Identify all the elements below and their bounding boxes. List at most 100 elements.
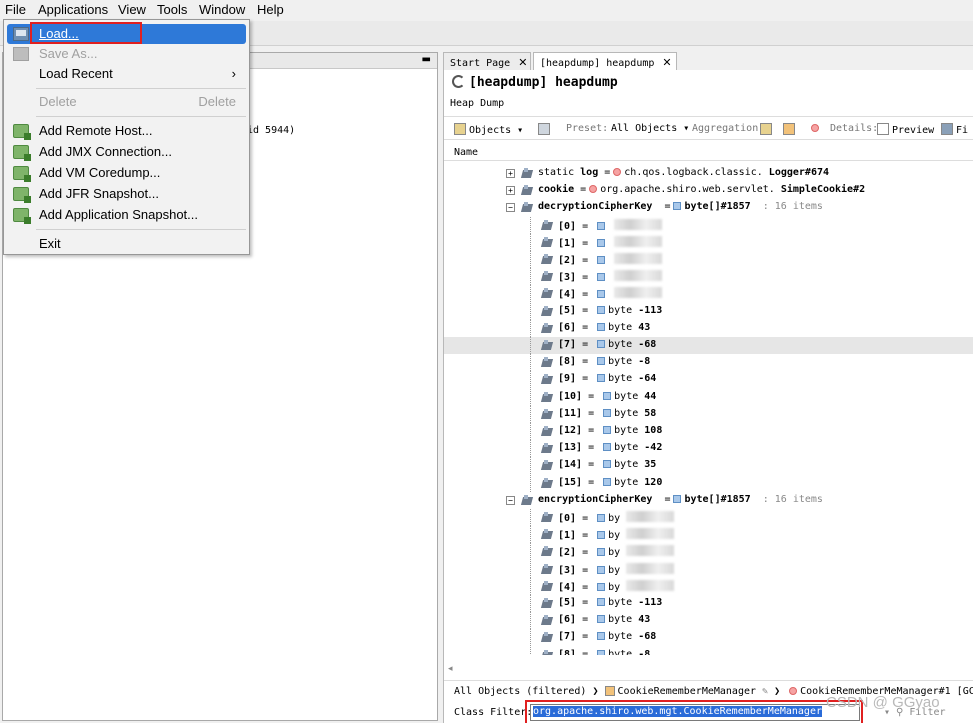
menu-separator — [36, 116, 246, 117]
tree-array-item[interactable]: [5] = byte -113 — [444, 595, 973, 612]
gc-root-icon[interactable] — [808, 123, 822, 134]
field-icon — [522, 202, 534, 213]
menu-item-save-as[interactable]: Save As... — [7, 44, 246, 64]
equals-sign: = — [664, 201, 671, 212]
collapse-icon[interactable]: − — [506, 203, 515, 212]
tree-array-item[interactable]: [0] = by — [444, 509, 973, 526]
field-icon — [542, 237, 554, 248]
menu-separator — [36, 88, 246, 89]
tree-field-row[interactable]: − encryptionCipherKey = byte[]#1857 : 16 i… — [444, 492, 973, 509]
menu-item-add-coredump[interactable]: Add VM Coredump... — [7, 163, 246, 183]
tree-array-item[interactable]: [8] = byte -8 — [444, 354, 973, 371]
objects-icon — [454, 123, 466, 135]
all-objects-crumb[interactable]: All Objects (filtered) — [454, 686, 586, 697]
subtab-heap-dump[interactable]: Heap Dump — [450, 98, 504, 109]
tree-array-item[interactable]: [5] = byte -113 — [444, 303, 973, 320]
tab-heapdump[interactable]: [heapdump] heapdump ✕ — [533, 52, 677, 71]
fields-icon — [941, 123, 953, 135]
tree-array-item[interactable]: [6] = byte 43 — [444, 320, 973, 337]
menu-item-load-recent[interactable]: Load Recent › — [7, 64, 246, 84]
tree-array-item[interactable]: [4] = — [444, 285, 973, 302]
class-crumb[interactable]: CookieRememberMeManager — [618, 686, 756, 697]
field-icon — [542, 546, 554, 557]
column-header-name[interactable]: Name — [444, 145, 973, 161]
tree-array-item[interactable]: [10] = byte 44 — [444, 389, 973, 406]
preset-dropdown[interactable]: All Objects ▾ — [611, 123, 689, 134]
tree-guide — [530, 406, 531, 423]
save-icon[interactable] — [538, 123, 553, 136]
fields-label: Fi — [956, 125, 969, 136]
tree-field-row[interactable]: − decryptionCipherKey = byte[]#1857 : 16 i… — [444, 199, 973, 216]
menu-help[interactable]: Help — [257, 2, 284, 17]
value-type: byte — [614, 425, 639, 436]
field-icon — [542, 374, 554, 385]
primitive-icon — [597, 273, 606, 281]
tree-array-item[interactable]: [6] = byte 43 — [444, 612, 973, 629]
value-type: byte — [608, 649, 633, 655]
field-name: encryptionCipherKey — [538, 494, 653, 505]
watermark: CSDN @ GGyao — [826, 694, 940, 711]
primitive-icon — [603, 426, 612, 434]
field-icon — [542, 306, 554, 317]
tree-array-item[interactable]: [1] = by — [444, 526, 973, 543]
menu-item-add-jfr[interactable]: Add JFR Snapshot... — [7, 184, 246, 204]
array-index: [8] — [558, 649, 577, 655]
tree-array-item[interactable]: [2] = by — [444, 543, 973, 560]
tree-array-item[interactable]: [13] = byte -42 — [444, 440, 973, 457]
menu-bar: File Applications View Tools Window Help — [0, 0, 973, 21]
menu-view[interactable]: View — [118, 2, 146, 17]
tree-array-item[interactable]: [3] = — [444, 268, 973, 285]
tree-array-item[interactable]: [0] = — [444, 217, 973, 234]
tree-guide — [530, 457, 531, 474]
collapse-icon[interactable]: − — [506, 496, 515, 505]
tree-array-item[interactable]: [15] = byte 120 — [444, 475, 973, 492]
menu-item-delete[interactable]: Delete Delete — [7, 92, 246, 112]
tree-array-item[interactable]: [11] = byte 58 — [444, 406, 973, 423]
tree-array-item[interactable]: [12] = byte 108 — [444, 423, 973, 440]
menu-item-exit[interactable]: Exit — [7, 234, 246, 254]
tree-array-item[interactable]: [9] = byte -64 — [444, 371, 973, 388]
menu-item-add-jmx[interactable]: Add JMX Connection... — [7, 142, 246, 162]
tree-array-item[interactable]: [3] = by — [444, 561, 973, 578]
fields-toggle[interactable]: Fi — [941, 123, 968, 136]
tree-guide — [530, 320, 531, 337]
expand-icon[interactable]: + — [506, 169, 515, 178]
aggregation-objects-icon[interactable] — [783, 123, 798, 136]
pin-icon[interactable]: ✎ — [762, 686, 774, 697]
tree-field-row[interactable]: + static log = ch.qos.logback.classic. Log… — [444, 165, 973, 182]
array-icon — [673, 202, 682, 210]
array-index: [14] — [558, 459, 583, 470]
expand-icon[interactable]: + — [506, 186, 515, 195]
tree-array-item[interactable]: [1] = — [444, 234, 973, 251]
horizontal-scrollbar[interactable]: ◂ — [448, 664, 970, 674]
open-file-icon — [13, 27, 29, 41]
item-count: : 16 items — [762, 201, 823, 212]
menu-tools[interactable]: Tools — [157, 2, 187, 17]
preview-toggle[interactable]: Preview — [877, 123, 934, 136]
tree-guide — [530, 475, 531, 492]
menu-window[interactable]: Window — [199, 2, 245, 17]
objects-dropdown[interactable]: Objects ▾ — [454, 123, 523, 136]
menu-item-add-remote-host[interactable]: Add Remote Host... — [7, 121, 246, 141]
tree-array-item[interactable]: [2] = — [444, 251, 973, 268]
close-icon[interactable]: ✕ — [662, 56, 671, 69]
aggregation-classes-icon[interactable] — [760, 123, 775, 136]
minimize-icon[interactable]: ▬ — [422, 54, 431, 65]
tab-start-page[interactable]: Start Page ✕ — [443, 52, 531, 71]
tree-field-row[interactable]: + cookie = org.apache.shiro.web.servlet. S… — [444, 182, 973, 199]
chevron-right-icon: › — [231, 66, 236, 81]
close-icon[interactable]: ✕ — [518, 56, 527, 69]
loading-spinner-icon — [452, 75, 465, 88]
tree-array-item[interactable]: [8] = byte -8 — [444, 647, 973, 655]
primitive-icon — [597, 548, 606, 556]
menu-item-add-app-snapshot[interactable]: Add Application Snapshot... — [7, 205, 246, 225]
tree-array-item[interactable]: [7] = byte -68 — [444, 337, 973, 354]
tree-array-item[interactable]: [4] = by — [444, 578, 973, 595]
tree-array-item[interactable]: [14] = byte 35 — [444, 457, 973, 474]
field-icon — [542, 443, 554, 454]
primitive-icon — [597, 222, 606, 230]
menu-file[interactable]: File — [5, 2, 26, 17]
tree-array-item[interactable]: [7] = byte -68 — [444, 629, 973, 646]
primitive-icon — [597, 290, 606, 298]
menu-applications[interactable]: Applications — [38, 2, 108, 17]
